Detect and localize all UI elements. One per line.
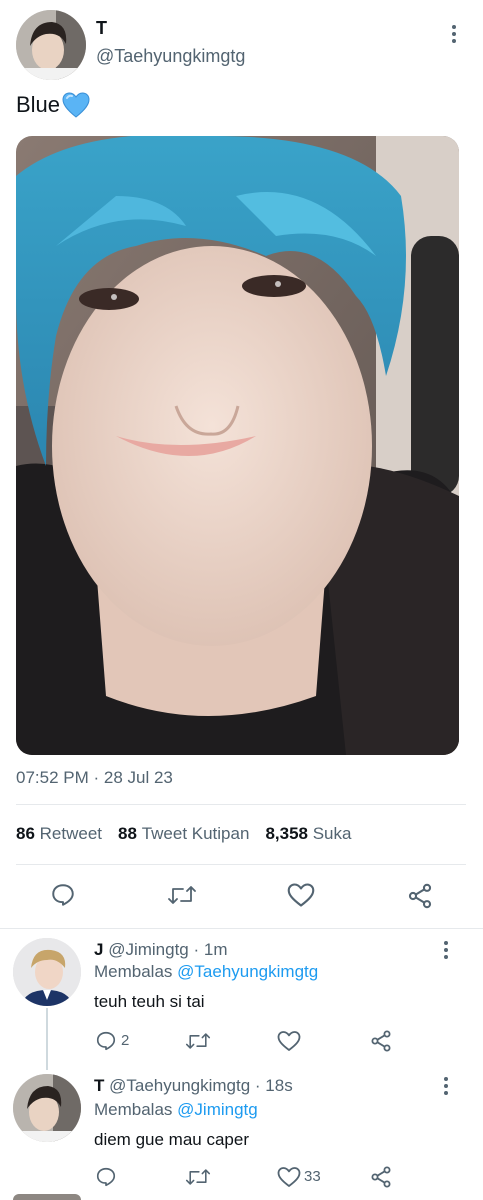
replying-to: Membalas @Jimingtg	[94, 1100, 258, 1119]
divider	[0, 928, 483, 929]
blue-heart-emoji	[62, 92, 90, 118]
quote-stat[interactable]: 88 Tweet Kutipan	[118, 824, 249, 844]
tweet-text: Blue	[16, 92, 90, 118]
more-icon[interactable]	[444, 22, 464, 46]
retweet-stat[interactable]: 86 Retweet	[16, 824, 102, 844]
divider	[16, 804, 466, 805]
reply-header: T @Taehyungkimgtg · 18s	[94, 1076, 293, 1096]
like-icon[interactable]	[287, 882, 315, 908]
retweet-icon[interactable]	[185, 1166, 211, 1188]
more-icon[interactable]	[436, 938, 456, 962]
replying-to-link[interactable]: @Jimingtg	[177, 1100, 258, 1119]
reply-handle[interactable]: @Jimingtg	[108, 940, 189, 959]
author-handle[interactable]: @Taehyungkimgtg	[96, 46, 245, 67]
like-count: 33	[304, 1168, 321, 1185]
reply-icon[interactable]	[95, 1166, 117, 1188]
divider	[16, 864, 466, 865]
more-icon[interactable]	[436, 1074, 456, 1098]
reply-text: diem gue mau caper	[94, 1130, 249, 1149]
reply-display-name[interactable]: J	[94, 940, 103, 959]
reply-text: teuh teuh si tai	[94, 992, 205, 1011]
reply-display-name[interactable]: T	[94, 1076, 104, 1095]
reply-avatar[interactable]	[13, 1074, 81, 1142]
tweet-timestamp[interactable]: 07:52 PM · 28 Jul 23	[16, 768, 173, 788]
next-reply-avatar	[13, 1194, 81, 1200]
reply-icon[interactable]	[95, 1030, 117, 1052]
reply-time[interactable]: · 18s	[255, 1076, 293, 1095]
share-icon[interactable]	[369, 1029, 393, 1053]
retweet-icon[interactable]	[167, 882, 197, 908]
reply-handle[interactable]: @Taehyungkimgtg	[109, 1076, 250, 1095]
replying-to-link[interactable]: @Taehyungkimgtg	[177, 962, 318, 981]
replying-to: Membalas @Taehyungkimgtg	[94, 962, 319, 981]
reply-count: 2	[121, 1032, 130, 1049]
author-display-name[interactable]: T	[96, 18, 107, 39]
share-icon[interactable]	[406, 882, 434, 910]
like-icon[interactable]	[277, 1030, 301, 1052]
reply-avatar[interactable]	[13, 938, 81, 1006]
reply-icon[interactable]	[50, 882, 76, 908]
like-stat[interactable]: 8,358 Suka	[265, 824, 351, 844]
tweet-text-content: Blue	[16, 92, 61, 117]
share-icon[interactable]	[369, 1165, 393, 1189]
reply-header: J @Jimingtg · 1m	[94, 940, 228, 960]
retweet-icon[interactable]	[185, 1030, 211, 1052]
like-icon[interactable]	[277, 1166, 301, 1188]
tweet-photo[interactable]	[16, 136, 459, 755]
tweet-stats: 86 Retweet 88 Tweet Kutipan 8,358 Suka	[16, 824, 351, 844]
thread-line	[46, 1008, 48, 1070]
author-avatar[interactable]	[16, 10, 86, 80]
reply-time[interactable]: · 1m	[194, 940, 228, 959]
